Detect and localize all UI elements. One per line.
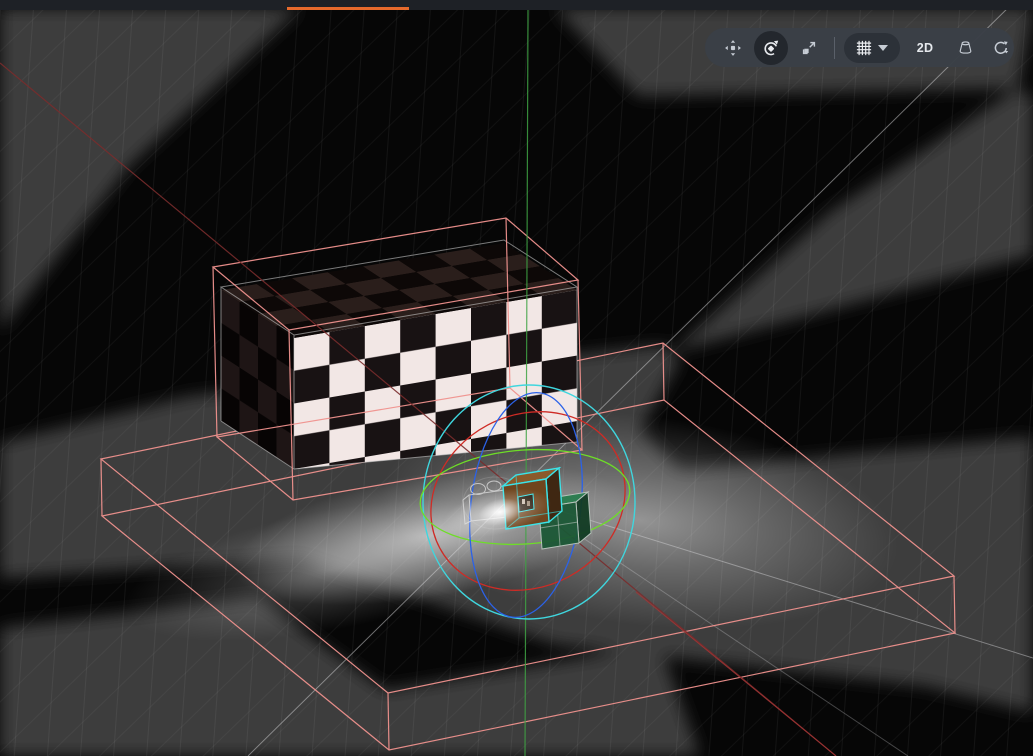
active-tab-indicator xyxy=(287,7,409,10)
scene-canvas[interactable] xyxy=(0,0,1033,756)
viewport-3d[interactable] xyxy=(0,0,1033,756)
refresh-icon xyxy=(992,39,1010,57)
grid-settings-button[interactable] xyxy=(844,33,900,63)
window-topbar xyxy=(0,0,1033,10)
orbit-icon xyxy=(761,38,781,58)
viewport-toolbar: 2D xyxy=(705,28,1014,67)
toggle-2d-button[interactable]: 2D xyxy=(906,41,944,55)
frustum-icon xyxy=(956,38,975,57)
pan-tool-button[interactable] xyxy=(718,33,748,63)
move-icon xyxy=(724,39,742,57)
perspective-toggle-button[interactable] xyxy=(950,33,980,63)
frame-view-button[interactable] xyxy=(794,33,824,63)
refresh-view-button[interactable] xyxy=(986,33,1016,63)
expand-icon xyxy=(800,39,818,57)
grid-icon xyxy=(856,40,872,56)
caret-down-icon xyxy=(878,45,888,51)
toolbar-divider xyxy=(834,37,835,59)
orbit-tool-button[interactable] xyxy=(754,31,788,65)
